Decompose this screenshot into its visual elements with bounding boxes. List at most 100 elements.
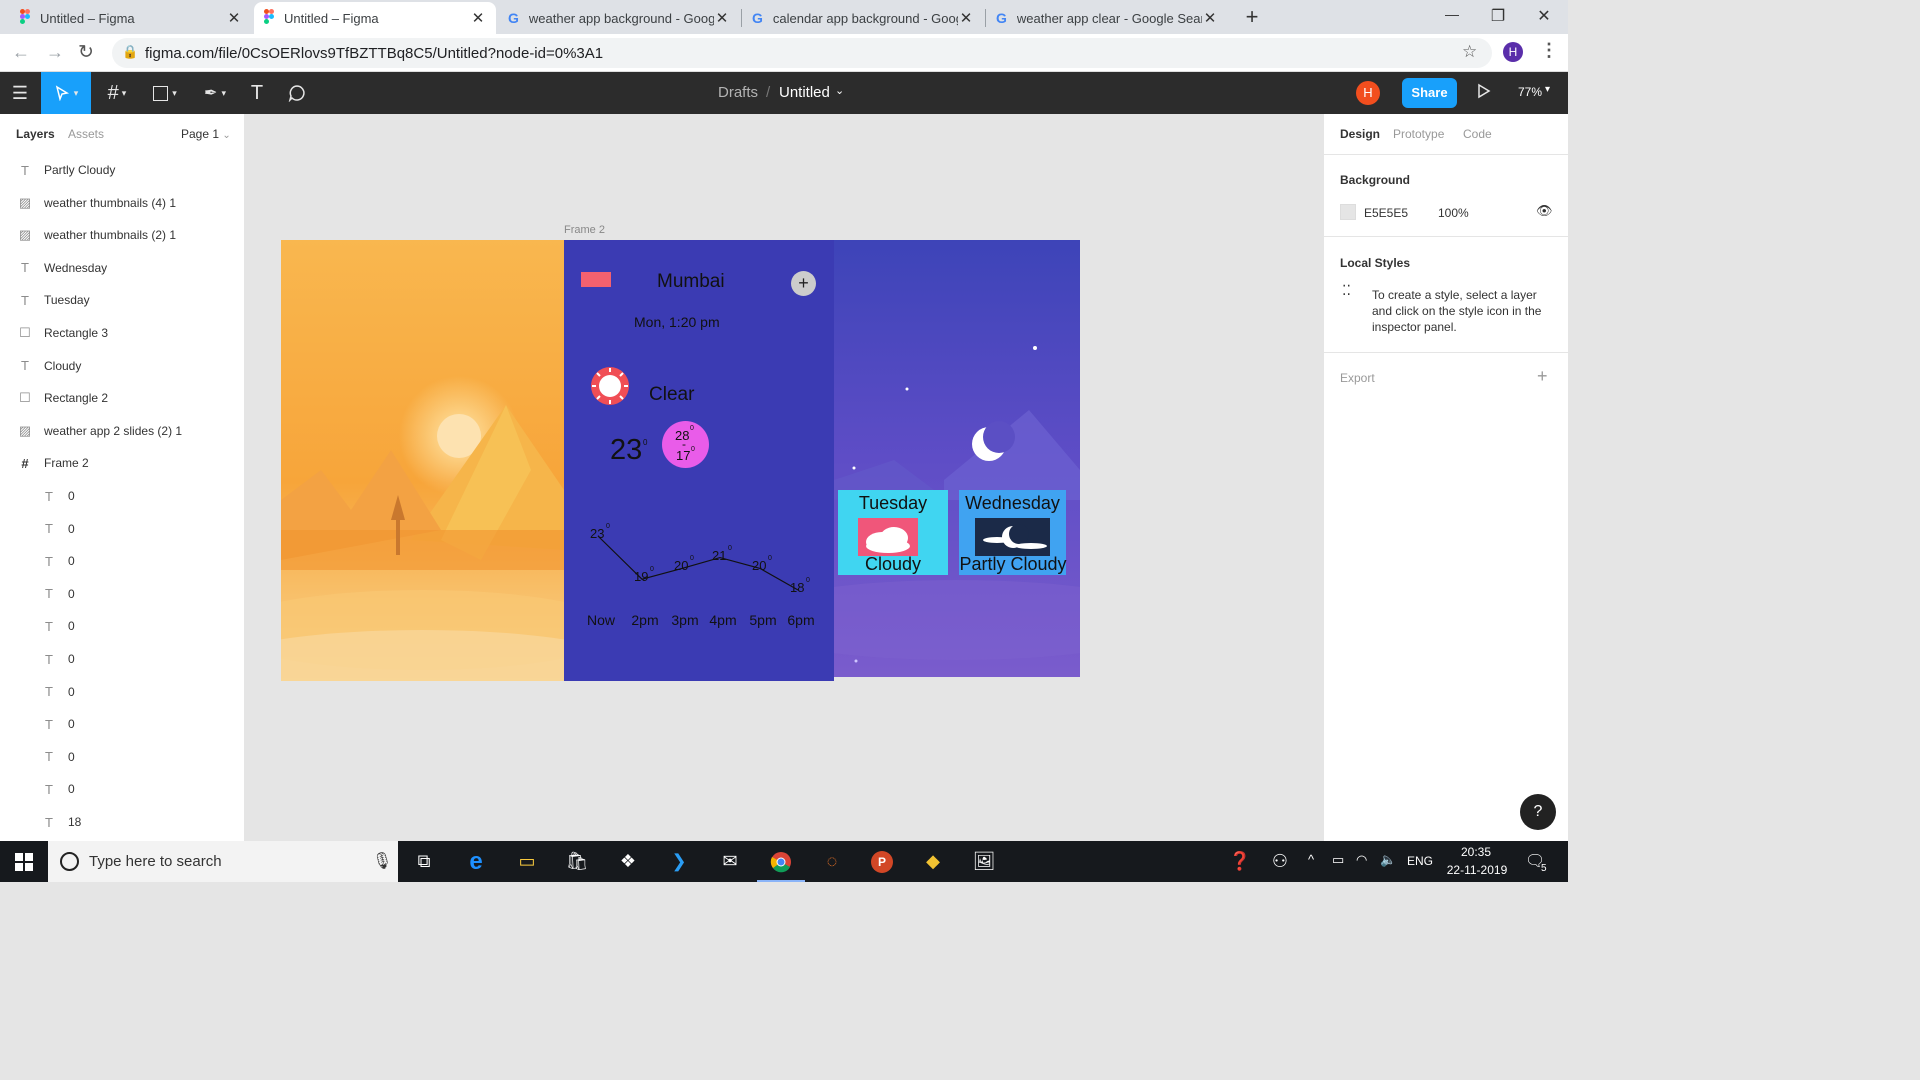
user-avatar[interactable]: H — [1356, 81, 1380, 105]
text-tool-icon[interactable]: T — [244, 72, 270, 114]
layer-row[interactable]: ▨ weather app 2 slides (2) 1 — [0, 415, 245, 447]
hourly-time[interactable]: Now — [584, 612, 618, 628]
volume-icon[interactable]: 🔈 — [1380, 852, 1396, 868]
star-icon[interactable]: ☆ — [1462, 42, 1477, 62]
date-time[interactable]: Mon, 1:20 pm — [634, 314, 720, 330]
layer-row[interactable]: # Frame 2 — [0, 447, 245, 479]
layer-row[interactable]: ☐ Rectangle 3 — [0, 317, 245, 349]
add-city-icon[interactable]: + — [791, 271, 816, 296]
close-tab-icon[interactable]: ✕ — [226, 9, 242, 27]
add-export-icon[interactable]: + — [1537, 366, 1548, 387]
layer-row[interactable]: T Partly Cloudy — [0, 154, 245, 186]
tab-assets[interactable]: Assets — [68, 127, 104, 141]
hourly-temp[interactable]: 20 — [752, 558, 766, 573]
hourly-temp[interactable]: 19 — [634, 569, 648, 584]
layer-row[interactable]: T 18 — [0, 806, 245, 838]
layer-row[interactable]: T0 — [0, 545, 245, 577]
condition-label[interactable]: Clear — [649, 384, 694, 406]
forward-arrow-icon[interactable]: → — [46, 42, 64, 63]
layer-row[interactable]: T0 — [0, 480, 245, 512]
language-indicator[interactable]: ENG — [1407, 854, 1433, 868]
close-tab-icon[interactable]: ✕ — [470, 9, 486, 27]
layer-row[interactable]: T0 — [0, 643, 245, 675]
restore-button[interactable]: ❐ — [1486, 6, 1510, 26]
chevron-down-icon[interactable]: ▾ — [1545, 84, 1550, 95]
windows-start-icon[interactable] — [0, 841, 48, 882]
page-selector[interactable]: Page 1 ⌄ — [181, 127, 231, 141]
close-tab-icon[interactable]: ✕ — [1202, 9, 1218, 27]
new-tab-button[interactable]: + — [1240, 5, 1264, 29]
browser-tab[interactable]: Untitled – Figma ✕ — [10, 2, 252, 34]
file-name[interactable]: Untitled — [779, 84, 830, 101]
hourly-time[interactable]: 6pm — [784, 612, 818, 628]
wifi-icon[interactable]: ◠ — [1356, 852, 1367, 868]
chevron-up-icon[interactable]: ^ — [1308, 852, 1314, 867]
layer-row[interactable]: ▨ weather thumbnails (4) 1 — [0, 187, 245, 219]
share-button[interactable]: Share — [1402, 78, 1457, 108]
frame-2[interactable]: Mumbai + Mon, 1:20 pm Clear 23 0 28 0 - … — [564, 240, 834, 681]
browser-tab[interactable]: G weather app background - Goog ✕ — [498, 2, 740, 34]
background-opacity-field[interactable]: 100% — [1438, 206, 1469, 220]
card-day[interactable]: Tuesday — [838, 493, 948, 514]
eye-visibility-icon[interactable]: 👁 — [1536, 203, 1553, 219]
tab-prototype[interactable]: Prototype — [1393, 127, 1444, 141]
canvas[interactable]: Frame 2 Mumbai + Mon, 1:20 pm Clear 23 0… — [245, 114, 1323, 841]
microphone-icon[interactable]: 🎙 — [372, 851, 392, 871]
layer-row[interactable]: T0 — [0, 708, 245, 740]
cloud-thumbnail[interactable] — [858, 518, 918, 556]
layer-row[interactable]: T0 — [0, 578, 245, 610]
hourly-time[interactable]: 5pm — [746, 612, 780, 628]
vscode-icon[interactable]: ❯ — [655, 841, 703, 882]
profile-avatar[interactable]: H — [1503, 42, 1523, 62]
minimize-button[interactable]: — — [1440, 6, 1464, 22]
hourly-time[interactable]: 3pm — [668, 612, 702, 628]
tab-layers[interactable]: Layers — [16, 127, 55, 141]
rectangle-2[interactable] — [581, 272, 611, 287]
browser-tab[interactable]: G weather app clear - Google Searc ✕ — [986, 2, 1228, 34]
url-text[interactable]: figma.com/file/0CsOERlovs9TfBZTTBq8C5/Un… — [145, 45, 603, 62]
background-hex-field[interactable]: E5E5E5 — [1364, 206, 1408, 220]
hourly-time[interactable]: 2pm — [628, 612, 662, 628]
chevron-down-icon[interactable]: ⌄ — [835, 84, 844, 97]
powerpoint-icon[interactable]: P — [858, 841, 906, 882]
city-name[interactable]: Mumbai — [657, 271, 725, 293]
layer-row[interactable]: T0 — [0, 741, 245, 773]
close-window-button[interactable]: ✕ — [1532, 6, 1556, 26]
store-icon[interactable]: 🛍 — [553, 841, 601, 882]
close-tab-icon[interactable]: ✕ — [958, 9, 974, 27]
weather-app-slides-image[interactable] — [281, 240, 564, 681]
layer-row[interactable]: T0 — [0, 676, 245, 708]
frame-tool-icon[interactable]: # ▾ — [96, 72, 138, 114]
hourly-temp[interactable]: 23 — [590, 526, 604, 541]
hourly-time[interactable]: 4pm — [706, 612, 740, 628]
menu-dots-icon[interactable]: ⋮ — [1540, 40, 1558, 61]
frame-label[interactable]: Frame 2 — [564, 224, 605, 236]
zoom-level[interactable]: 77% — [1518, 85, 1542, 99]
layer-row[interactable]: ☐ Rectangle 2 — [0, 382, 245, 414]
git-tool-icon[interactable]: ◆ — [909, 841, 957, 882]
layer-row[interactable]: T Wednesday — [0, 252, 245, 284]
omnibox[interactable]: 🔒 figma.com/file/0CsOERlovs9TfBZTTBq8C5/… — [112, 38, 1492, 68]
move-tool-icon[interactable]: ▾ — [41, 72, 91, 114]
task-view-icon[interactable]: ⧉ — [400, 841, 448, 882]
partly-cloudy-thumbnail[interactable] — [975, 518, 1050, 556]
chrome-icon[interactable] — [757, 841, 805, 882]
layer-row[interactable]: T0 — [0, 610, 245, 642]
battery-icon[interactable]: ▭ — [1332, 852, 1344, 868]
layer-row[interactable]: T0 — [0, 513, 245, 545]
rectangle-tool-icon[interactable]: ▾ — [144, 72, 186, 114]
breadcrumb-drafts[interactable]: Drafts — [718, 84, 758, 101]
wednesday-card[interactable]: Wednesday Partly Cloudy — [959, 490, 1067, 575]
jupyter-icon[interactable]: ◌ — [808, 841, 856, 882]
card-desc[interactable]: Cloudy — [838, 554, 948, 575]
clock-time[interactable]: 20:35 — [1456, 845, 1496, 859]
hamburger-menu-icon[interactable]: ☰ — [0, 72, 40, 114]
hourly-temp[interactable]: 18 — [790, 580, 804, 595]
tab-code[interactable]: Code — [1463, 127, 1492, 141]
reload-icon[interactable]: ↻ — [78, 41, 94, 64]
card-desc[interactable]: Partly Cloudy — [953, 554, 1073, 575]
close-tab-icon[interactable]: ✕ — [714, 9, 730, 27]
clock-date[interactable]: 22-11-2019 — [1442, 863, 1512, 877]
pen-tool-icon[interactable]: ✒ ▾ — [194, 72, 236, 114]
browser-tab[interactable]: G calendar app background - Goog ✕ — [742, 2, 984, 34]
